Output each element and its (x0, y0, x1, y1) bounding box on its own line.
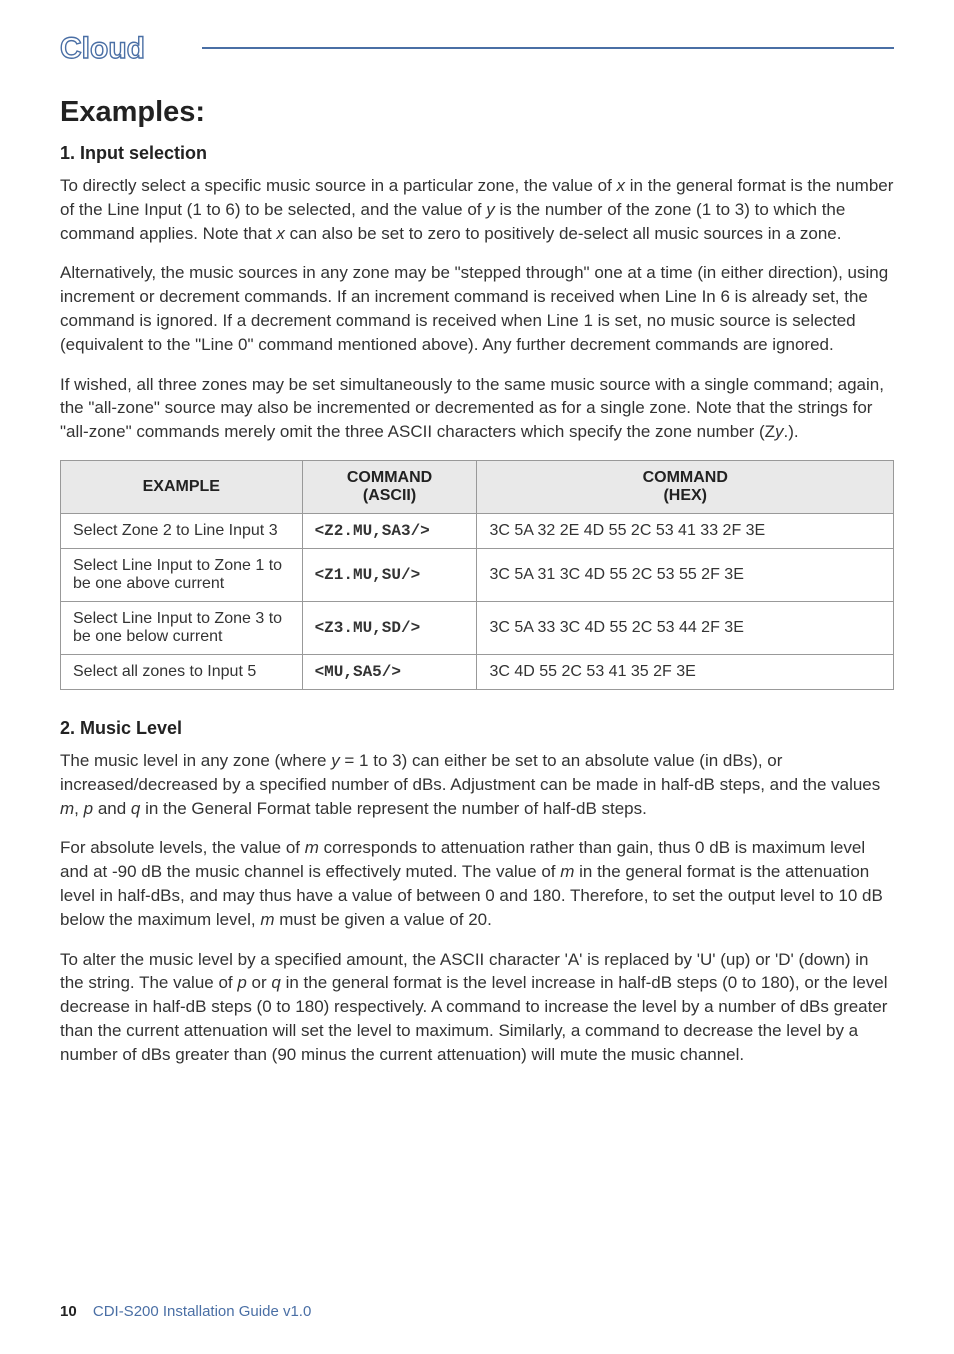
cell-hex: 3C 5A 33 3C 4D 55 2C 53 44 2F 3E (477, 601, 894, 654)
paragraph-5: For absolute levels, the value of m corr… (60, 836, 894, 931)
examples-heading: Examples: (60, 96, 894, 129)
page-number: 10 (60, 1303, 77, 1320)
table-row: Select Line Input to Zone 1 to be one ab… (61, 548, 894, 601)
paragraph-1: To directly select a specific music sour… (60, 174, 894, 245)
cell-example: Select Line Input to Zone 1 to be one ab… (61, 548, 303, 601)
cell-ascii: <Z3.MU,SD/> (302, 601, 477, 654)
cloud-logo-icon: Cloud (60, 30, 190, 66)
paragraph-6: To alter the music level by a specified … (60, 948, 894, 1067)
page-footer: 10 CDI-S200 Installation Guide v1.0 (60, 1303, 311, 1320)
cell-hex: 3C 5A 32 2E 4D 55 2C 53 41 33 2F 3E (477, 513, 894, 548)
col-header-ascii: COMMAND (ASCII) (302, 460, 477, 513)
doc-title: CDI-S200 Installation Guide v1.0 (93, 1303, 311, 1320)
cell-hex: 3C 5A 31 3C 4D 55 2C 53 55 2F 3E (477, 548, 894, 601)
table-row: Select Zone 2 to Line Input 3 <Z2.MU,SA3… (61, 513, 894, 548)
command-table: EXAMPLE COMMAND (ASCII) COMMAND (HEX) Se… (60, 460, 894, 690)
table-header-row: EXAMPLE COMMAND (ASCII) COMMAND (HEX) (61, 460, 894, 513)
cell-ascii: <Z2.MU,SA3/> (302, 513, 477, 548)
paragraph-4: The music level in any zone (where y = 1… (60, 749, 894, 820)
cell-ascii: <Z1.MU,SU/> (302, 548, 477, 601)
paragraph-2: Alternatively, the music sources in any … (60, 261, 894, 356)
col-header-hex: COMMAND (HEX) (477, 460, 894, 513)
logo-text: Cloud (60, 32, 145, 65)
input-selection-heading: 1. Input selection (60, 143, 894, 164)
table-row: Select all zones to Input 5 <MU,SA5/> 3C… (61, 654, 894, 689)
music-level-heading: 2. Music Level (60, 718, 894, 739)
cell-example: Select Line Input to Zone 3 to be one be… (61, 601, 303, 654)
header-logo-row: Cloud (0, 30, 894, 66)
cell-example: Select Zone 2 to Line Input 3 (61, 513, 303, 548)
cell-hex: 3C 4D 55 2C 53 41 35 2F 3E (477, 654, 894, 689)
col-header-example: EXAMPLE (61, 460, 303, 513)
header-rule (202, 47, 894, 49)
paragraph-3: If wished, all three zones may be set si… (60, 373, 894, 444)
table-row: Select Line Input to Zone 3 to be one be… (61, 601, 894, 654)
cell-ascii: <MU,SA5/> (302, 654, 477, 689)
cell-example: Select all zones to Input 5 (61, 654, 303, 689)
